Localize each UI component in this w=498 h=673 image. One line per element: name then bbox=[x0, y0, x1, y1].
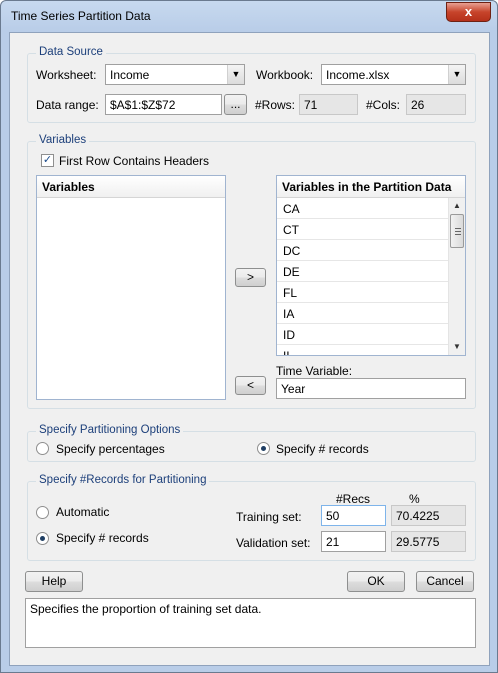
list-item[interactable]: CT bbox=[277, 219, 448, 240]
status-description: Specifies the proportion of training set… bbox=[25, 598, 476, 648]
chevron-down-icon: ▼ bbox=[448, 65, 465, 84]
records-radio[interactable] bbox=[257, 442, 270, 455]
window-title: Time Series Partition Data bbox=[11, 9, 151, 23]
move-right-button[interactable]: > bbox=[235, 268, 266, 287]
list-item[interactable]: CA bbox=[277, 198, 448, 219]
grip-line bbox=[455, 231, 461, 232]
browse-button[interactable]: ... bbox=[224, 94, 247, 115]
validation-recs-input[interactable]: 21 bbox=[321, 531, 386, 552]
headers-checkbox-label: First Row Contains Headers bbox=[59, 154, 210, 168]
chevron-down-icon: ▼ bbox=[227, 65, 244, 84]
records-group: Specify #Records for Partitioning Automa… bbox=[27, 474, 476, 561]
worksheet-value: Income bbox=[110, 68, 150, 82]
help-button[interactable]: Help bbox=[25, 571, 83, 592]
list-item[interactable]: DC bbox=[277, 240, 448, 261]
variables-list[interactable]: Variables bbox=[36, 175, 226, 400]
partitioning-options-legend: Specify Partitioning Options bbox=[36, 424, 184, 436]
training-set-label: Training set: bbox=[236, 510, 302, 524]
list-item[interactable]: ID bbox=[277, 324, 448, 345]
partitioning-options-group: Specify Partitioning Options Specify per… bbox=[27, 424, 476, 462]
move-left-button[interactable]: < bbox=[235, 376, 266, 395]
percentages-radio[interactable] bbox=[36, 442, 49, 455]
title-bar: Time Series Partition Data x bbox=[1, 1, 497, 31]
scroll-thumb[interactable] bbox=[450, 214, 464, 248]
scroll-up-icon[interactable]: ▲ bbox=[449, 198, 465, 214]
training-pct-value: 70.4225 bbox=[391, 505, 466, 526]
dialog-window: Time Series Partition Data x Data Source… bbox=[0, 0, 498, 673]
time-variable-input[interactable]: Year bbox=[276, 378, 466, 399]
recs-column-header: #Recs bbox=[336, 492, 371, 506]
workbook-value: Income.xlsx bbox=[326, 68, 390, 82]
list-item[interactable]: DE bbox=[277, 261, 448, 282]
records-legend: Specify #Records for Partitioning bbox=[36, 474, 210, 486]
percentages-radio-label: Specify percentages bbox=[56, 442, 165, 456]
variables-list-header: Variables bbox=[37, 176, 225, 198]
percent-column-header: % bbox=[409, 492, 420, 506]
records-radio-label: Specify # records bbox=[276, 442, 369, 456]
automatic-radio-label: Automatic bbox=[56, 505, 110, 519]
rows-value: 71 bbox=[299, 94, 358, 115]
validation-set-label: Validation set: bbox=[236, 536, 311, 550]
worksheet-dropdown[interactable]: Income ▼ bbox=[105, 64, 245, 85]
close-icon: x bbox=[464, 4, 473, 19]
dialog-body: Data Source Worksheet: Income ▼ Workbook… bbox=[9, 32, 490, 666]
radio-selected-icon bbox=[40, 536, 45, 541]
data-range-label: Data range: bbox=[36, 98, 99, 112]
radio-selected-icon bbox=[261, 446, 266, 451]
ok-button[interactable]: OK bbox=[347, 571, 405, 592]
automatic-radio[interactable] bbox=[36, 506, 49, 519]
cancel-button[interactable]: Cancel bbox=[416, 571, 474, 592]
worksheet-label: Worksheet: bbox=[36, 68, 97, 82]
training-recs-input[interactable]: 50 bbox=[321, 505, 386, 526]
cols-label: #Cols: bbox=[366, 98, 401, 112]
close-button[interactable]: x bbox=[446, 2, 491, 22]
specify-records-radio-label: Specify # records bbox=[56, 531, 149, 545]
variables-legend: Variables bbox=[36, 134, 90, 146]
data-source-legend: Data Source bbox=[36, 46, 106, 58]
partition-variables-header: Variables in the Partition Data bbox=[277, 176, 465, 198]
variables-group: Variables ✓ First Row Contains Headers V… bbox=[27, 134, 476, 409]
rows-label: #Rows: bbox=[255, 98, 296, 112]
workbook-dropdown[interactable]: Income.xlsx ▼ bbox=[321, 64, 466, 85]
time-variable-label: Time Variable: bbox=[276, 364, 353, 378]
list-item[interactable]: FL bbox=[277, 282, 448, 303]
partition-variables-list[interactable]: Variables in the Partition Data CA CT DC… bbox=[276, 175, 466, 356]
list-item[interactable]: IA bbox=[277, 303, 448, 324]
list-scrollbar[interactable]: ▲ ▼ bbox=[448, 198, 465, 355]
validation-pct-value: 29.5775 bbox=[391, 531, 466, 552]
workbook-label: Workbook: bbox=[256, 68, 314, 82]
grip-line bbox=[455, 228, 461, 229]
headers-checkbox[interactable]: ✓ bbox=[41, 154, 54, 167]
grip-line bbox=[455, 234, 461, 235]
specify-records-radio[interactable] bbox=[36, 532, 49, 545]
list-item[interactable]: IL bbox=[277, 345, 448, 355]
scroll-down-icon[interactable]: ▼ bbox=[449, 339, 465, 355]
data-source-group: Data Source Worksheet: Income ▼ Workbook… bbox=[27, 46, 476, 123]
data-range-input[interactable]: $A$1:$Z$72 bbox=[105, 94, 222, 115]
checkmark-icon: ✓ bbox=[42, 154, 53, 166]
cols-value: 26 bbox=[406, 94, 466, 115]
